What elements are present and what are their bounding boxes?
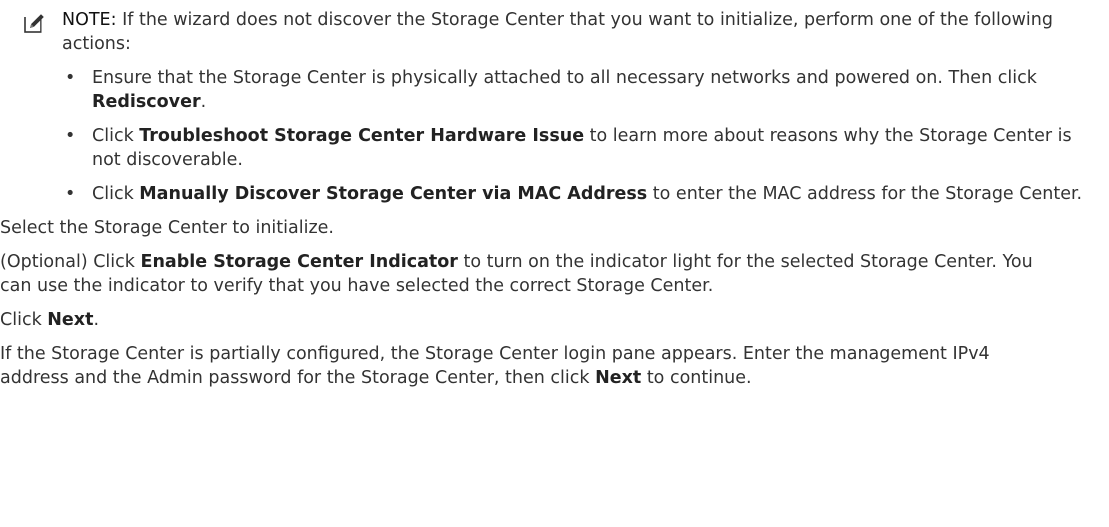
step-click-next: Click Next.	[0, 308, 1060, 332]
troubleshoot-link-ref: Troubleshoot Storage Center Hardware Iss…	[139, 126, 585, 146]
document-body: NOTE: If the wizard does not discover th…	[0, 0, 1100, 400]
list-item-text: Click	[92, 126, 140, 146]
bullet: •	[65, 126, 76, 146]
note-lead-sentence: If the wizard does not discover the Stor…	[62, 10, 1053, 54]
list-item-text: Click	[92, 184, 140, 204]
pencil-note-icon	[24, 12, 46, 34]
manual-discover-link-ref: Manually Discover Storage Center via MAC…	[139, 184, 648, 204]
rediscover-button-ref: Rediscover	[92, 92, 201, 112]
next-button-ref: Next	[47, 310, 94, 330]
step-text: Click	[0, 310, 48, 330]
step-optional-indicator: (Optional) Click Enable Storage Center I…	[0, 250, 1060, 298]
list-item-text-end: .	[200, 92, 207, 112]
list-item-text: Ensure that the Storage Center is physic…	[92, 68, 1037, 88]
step-text: If the Storage Center is partially confi…	[0, 344, 990, 388]
list-item-text-end: to enter the MAC address for the Storage…	[647, 184, 1083, 204]
note-label: NOTE:	[62, 10, 117, 30]
list-item: • Click Manually Discover Storage Center…	[62, 182, 1102, 206]
note-lead-text: NOTE: If the wizard does not discover th…	[62, 8, 1092, 56]
step-select-storage-center: Select the Storage Center to initialize.	[0, 218, 334, 238]
note-action-list: • Ensure that the Storage Center is phys…	[62, 66, 1100, 206]
list-item: • Ensure that the Storage Center is phys…	[62, 66, 1102, 114]
step-partial-config: If the Storage Center is partially confi…	[0, 342, 1060, 390]
step-text: (Optional) Click	[0, 252, 141, 272]
list-item: • Click Troubleshoot Storage Center Hard…	[62, 124, 1102, 172]
next-button-ref: Next	[595, 368, 642, 388]
bullet: •	[65, 68, 76, 88]
bullet: •	[65, 184, 76, 204]
note-block: NOTE: If the wizard does not discover th…	[0, 8, 1100, 206]
step-text-end: .	[93, 310, 100, 330]
step-text-end: to continue.	[641, 368, 752, 388]
enable-indicator-ref: Enable Storage Center Indicator	[140, 252, 458, 272]
